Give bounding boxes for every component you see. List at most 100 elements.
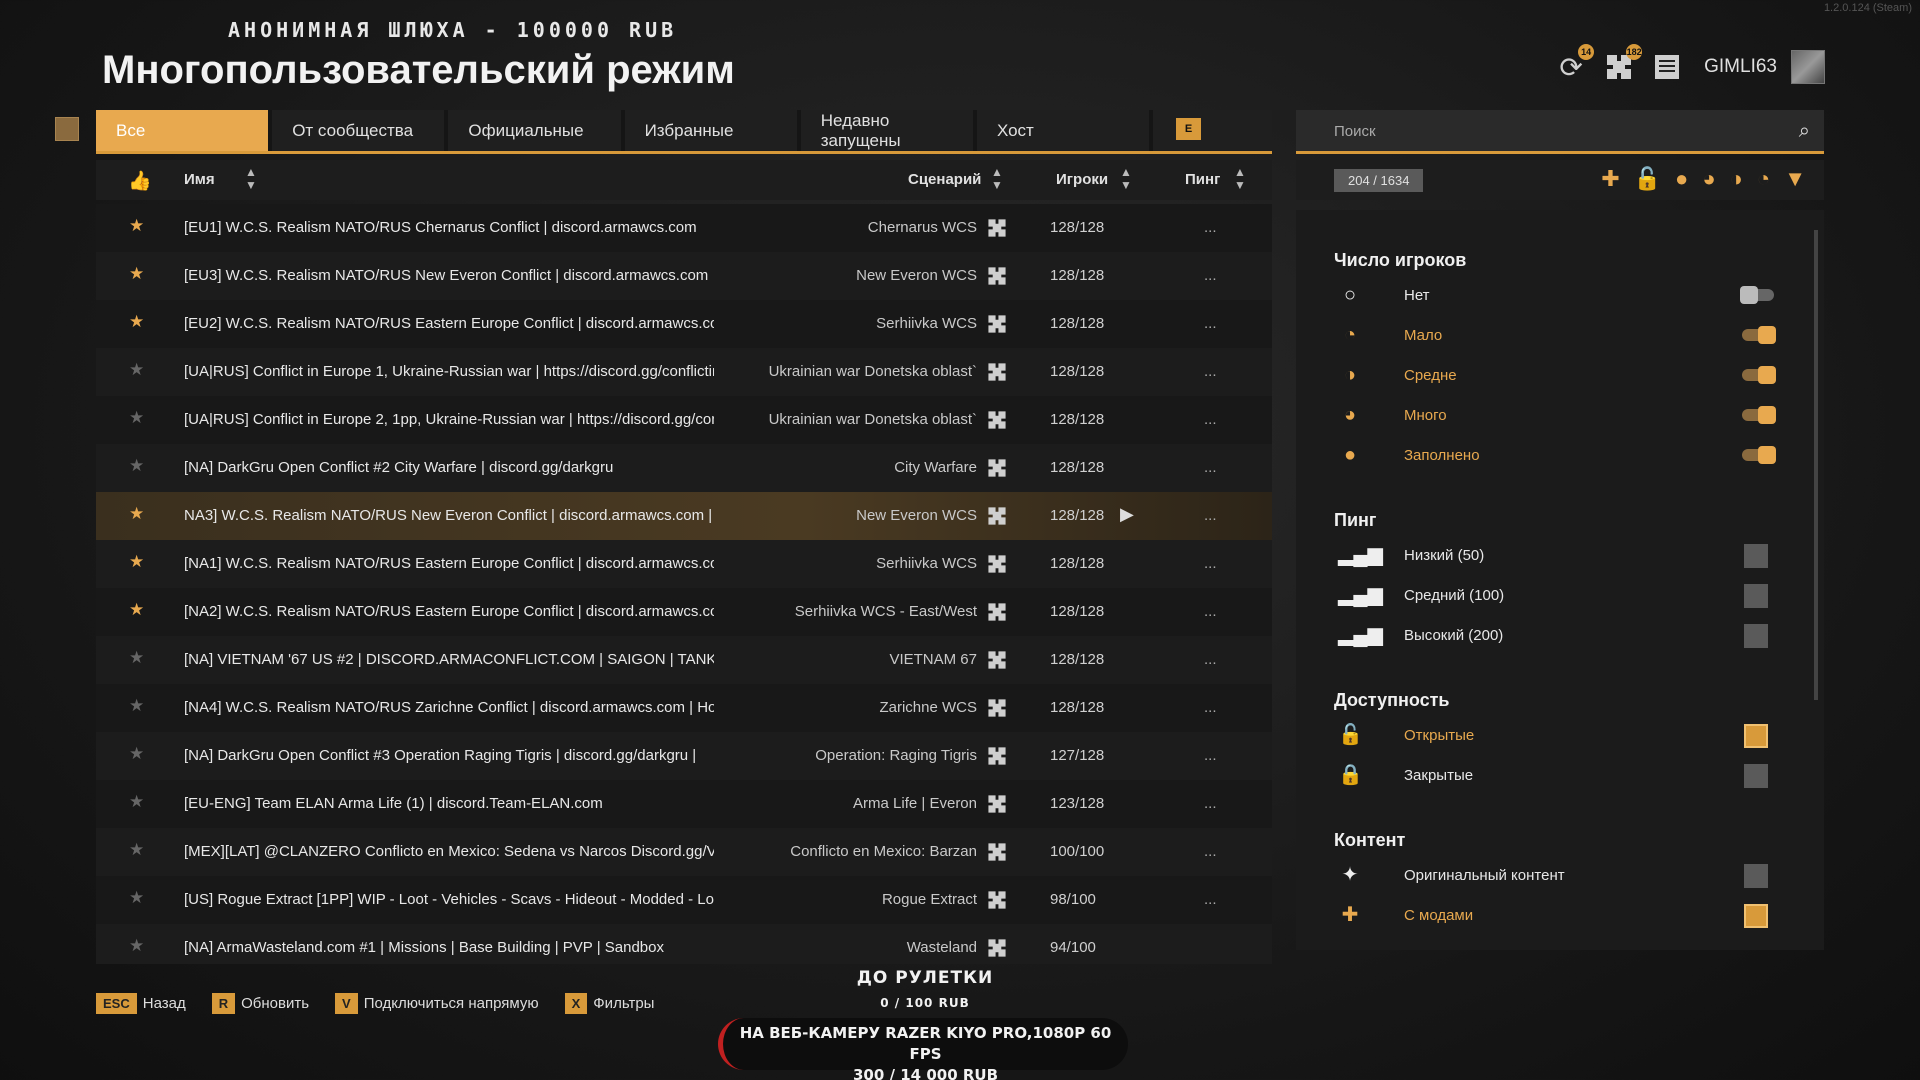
favorite-star-icon[interactable]: ★ xyxy=(129,840,149,860)
content-section-title: Контент xyxy=(1334,830,1406,850)
filter-players-few[interactable]: ◔ Мало xyxy=(1334,321,1776,351)
server-row[interactable]: ★ [UA|RUS] Conflict in Europe 1, Ukraine-… xyxy=(96,348,1272,396)
toggle[interactable] xyxy=(1742,446,1776,464)
tab-recent[interactable]: Недавно запущены xyxy=(800,110,973,151)
half-circle-filter-icon[interactable]: ◑ xyxy=(1730,166,1743,192)
server-row[interactable]: ★ [NA1] W.C.S. Realism NATO/RUS Eastern E… xyxy=(96,540,1272,588)
favorite-star-icon[interactable]: ★ xyxy=(129,696,149,716)
favorite-star-icon[interactable]: ★ xyxy=(129,312,149,332)
direct-connect-button[interactable]: V Подключиться напрямую xyxy=(335,993,539,1014)
sort-scenario-icon[interactable]: ▲ ▼ xyxy=(991,166,1003,192)
server-row[interactable]: ★ [NA] VIETNAM '67 US #2 | DISCORD.ARMACO… xyxy=(96,636,1272,684)
checkbox[interactable] xyxy=(1744,764,1768,788)
favorite-star-icon[interactable]: ★ xyxy=(129,744,149,764)
quarter-circle-filter-icon[interactable]: ◔ xyxy=(1757,166,1770,192)
server-row[interactable]: ★ [EU-ENG] Team ELAN Arma Life (1) | disc… xyxy=(96,780,1272,828)
server-row[interactable]: ★ [NA] ArmaWasteland.com #1 | Missions | … xyxy=(96,924,1272,964)
funnel-icon[interactable]: ▼ xyxy=(1784,166,1806,192)
sort-name-icon[interactable]: ▲ ▼ xyxy=(245,166,257,192)
favorite-star-icon[interactable]: ★ xyxy=(129,600,149,620)
server-list[interactable]: ★ [EU1] W.C.S. Realism NATO/RUS Chernarus… xyxy=(96,204,1272,964)
server-row[interactable]: ★ NA3] W.C.S. Realism NATO/RUS New Everon… xyxy=(96,492,1272,540)
play-icon[interactable]: ▶ xyxy=(1120,504,1134,525)
filter-ping-low[interactable]: ▂▄▆ Низкий (50) xyxy=(1334,541,1774,571)
filters-button[interactable]: X Фильтры xyxy=(564,993,654,1014)
filter-ping-medium[interactable]: ▂▄▆ Средний (100) xyxy=(1334,581,1774,611)
filter-label: Много xyxy=(1404,407,1447,424)
mods-icon[interactable]: 182 xyxy=(1602,44,1643,84)
server-row[interactable]: ★ [EU2] W.C.S. Realism NATO/RUS Eastern E… xyxy=(96,300,1272,348)
toggle[interactable] xyxy=(1742,326,1776,344)
favorite-star-icon[interactable]: ★ xyxy=(129,264,149,284)
header-scenario[interactable]: Сценарий xyxy=(908,171,981,188)
tab-community[interactable]: От сообщества xyxy=(272,110,445,151)
filter-access-closed[interactable]: 🔒 Закрытые xyxy=(1334,761,1774,791)
server-row[interactable]: ★ [EU1] W.C.S. Realism NATO/RUS Chernarus… xyxy=(96,204,1272,252)
filter-players-full[interactable]: ● Заполнено xyxy=(1334,441,1776,471)
toggle[interactable] xyxy=(1742,366,1776,384)
toggle[interactable] xyxy=(1742,406,1776,424)
server-row[interactable]: ★ [NA] DarkGru Open Conflict #3 Operation… xyxy=(96,732,1272,780)
server-row[interactable]: ★ [NA4] W.C.S. Realism NATO/RUS Zarichne … xyxy=(96,684,1272,732)
server-name: [NA] DarkGru Open Conflict #2 City Warfa… xyxy=(184,459,614,476)
header-name[interactable]: Имя xyxy=(184,171,215,188)
filter-ping-high[interactable]: ▂▄▆ Высокий (200) xyxy=(1334,621,1774,651)
favorite-star-icon[interactable]: ★ xyxy=(129,456,149,476)
favorite-star-icon[interactable]: ★ xyxy=(129,504,149,524)
news-icon[interactable] xyxy=(1650,50,1684,84)
favorite-star-icon[interactable]: ★ xyxy=(129,648,149,668)
filter-label: Заполнено xyxy=(1404,447,1480,464)
username[interactable]: GIMLI63 xyxy=(1704,56,1777,78)
filter-content-original[interactable]: ✦ Оригинальный контент xyxy=(1334,861,1774,891)
tab-official[interactable]: Официальные xyxy=(448,110,621,151)
filter-content-modded[interactable]: ✚ С модами xyxy=(1334,901,1774,931)
profile-square-button[interactable] xyxy=(55,117,79,141)
checkbox[interactable] xyxy=(1744,864,1768,888)
filters-scrollbar[interactable] xyxy=(1814,230,1818,700)
avatar[interactable] xyxy=(1791,50,1825,84)
sort-players-icon[interactable]: ▲ ▼ xyxy=(1120,166,1132,192)
server-row[interactable]: ★ [MEX][LAT] @CLANZERO Conflicto en Mexic… xyxy=(96,828,1272,876)
checkbox[interactable] xyxy=(1744,904,1768,928)
refresh-button[interactable]: R Обновить xyxy=(211,993,309,1014)
mods-filter-icon[interactable]: ✚ xyxy=(1601,166,1619,192)
server-scenario: Ukrainian war Donetska oblast` xyxy=(768,363,977,380)
favorite-star-icon[interactable]: ★ xyxy=(129,936,149,956)
favorite-star-icon[interactable]: ★ xyxy=(129,792,149,812)
server-row[interactable]: ★ [US] Rogue Extract [1PP] WIP - Loot - V… xyxy=(96,876,1272,924)
header-players[interactable]: Игроки xyxy=(1056,171,1108,188)
tab-host[interactable]: Хост xyxy=(976,110,1150,151)
checkbox[interactable] xyxy=(1744,724,1768,748)
checkbox[interactable] xyxy=(1744,544,1768,568)
favorite-star-icon[interactable]: ★ xyxy=(129,888,149,908)
header-ping[interactable]: Пинг xyxy=(1185,171,1220,188)
unlock-filter-icon[interactable]: 🔓 xyxy=(1634,166,1661,192)
search-icon[interactable]: ⌕ xyxy=(1799,120,1810,143)
server-row[interactable]: ★ [NA] DarkGru Open Conflict #2 City Warf… xyxy=(96,444,1272,492)
filter-players-many[interactable]: ◕ Много xyxy=(1334,401,1776,431)
favorite-star-icon[interactable]: ★ xyxy=(129,216,149,236)
filter-players-medium[interactable]: ◑ Средне xyxy=(1334,361,1776,391)
filter-players-none[interactable]: ○ Нет xyxy=(1334,281,1774,311)
refresh-icon[interactable]: ⟳ 14 xyxy=(1554,44,1595,84)
tab-all[interactable]: Все xyxy=(96,110,269,151)
favorite-star-icon[interactable]: ★ xyxy=(129,408,149,428)
checkbox[interactable] xyxy=(1744,624,1768,648)
search-input[interactable]: Поиск ⌕ xyxy=(1296,110,1824,154)
favorite-star-icon[interactable]: ★ xyxy=(129,360,149,380)
server-players: 128/128 xyxy=(1050,699,1105,716)
favorite-star-icon[interactable]: ★ xyxy=(129,552,149,572)
checkbox[interactable] xyxy=(1744,584,1768,608)
three-quarter-filter-icon[interactable]: ◕ xyxy=(1702,166,1715,192)
server-row[interactable]: ★ [EU3] W.C.S. Realism NATO/RUS New Evero… xyxy=(96,252,1272,300)
back-button[interactable]: ESC Назад xyxy=(96,993,186,1014)
full-circle-filter-icon[interactable]: ● xyxy=(1675,166,1688,192)
filter-access-open[interactable]: 🔓 Открытые xyxy=(1334,721,1774,751)
sort-ping-icon[interactable]: ▲ ▼ xyxy=(1234,166,1246,192)
server-row[interactable]: ★ [NA2] W.C.S. Realism NATO/RUS Eastern E… xyxy=(96,588,1272,636)
tab-favorites[interactable]: Избранные xyxy=(624,110,797,151)
server-row[interactable]: ★ [UA|RUS] Conflict in Europe 2, 1pp, Ukr… xyxy=(96,396,1272,444)
thumbs-up-icon[interactable]: 👍 xyxy=(128,169,152,193)
toggle[interactable] xyxy=(1740,286,1774,304)
server-players: 128/128 xyxy=(1050,459,1105,476)
